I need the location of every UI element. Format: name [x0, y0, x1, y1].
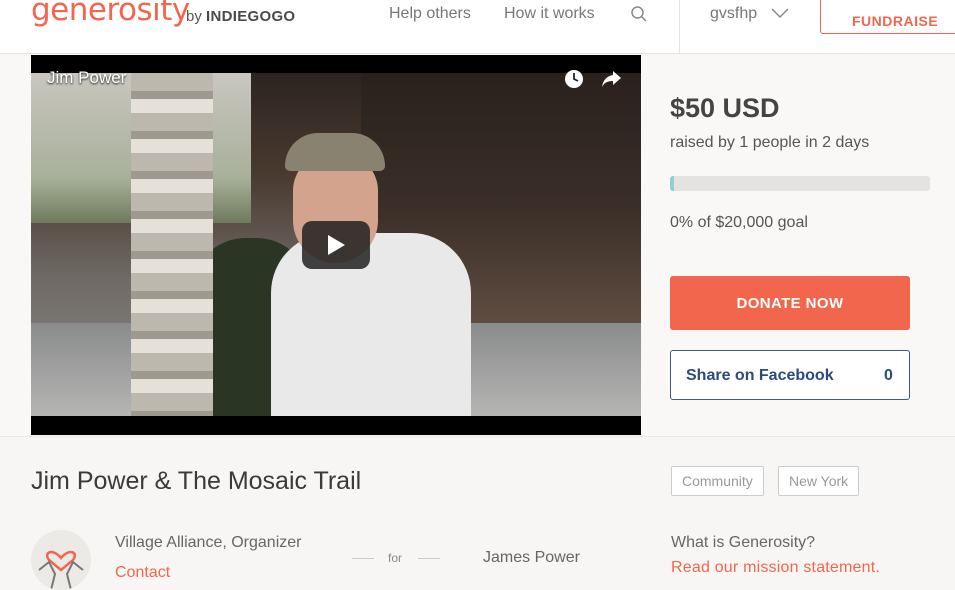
share-arrow-icon[interactable] [600, 68, 622, 90]
nav-how-it-works[interactable]: How it works [504, 5, 595, 23]
campaign-title: Jim Power & The Mosaic Trail [31, 467, 362, 495]
byline-brand: INDIEGOGO [206, 8, 296, 25]
progress-fill [670, 176, 674, 191]
facebook-share-label: Share on Facebook [686, 367, 834, 384]
organizer-name: Village Alliance, Organizer [115, 534, 302, 551]
donate-now-button[interactable]: DONATE NOW [670, 276, 910, 330]
nav-help-others[interactable]: Help others [389, 5, 471, 23]
chevron-down-icon[interactable] [770, 6, 790, 20]
share-on-facebook-button[interactable]: Share on Facebook 0 [670, 350, 910, 400]
amount-raised: $50 USD [670, 93, 780, 123]
tag-new-york[interactable]: New York [778, 466, 860, 496]
beneficiary-name: James Power [483, 549, 580, 566]
play-button[interactable] [302, 221, 370, 269]
video-player[interactable]: Jim Power [31, 55, 641, 435]
raised-summary: raised by 1 people in 2 days [670, 134, 870, 151]
video-title[interactable]: Jim Power [47, 68, 126, 88]
divider-line-right [418, 558, 440, 559]
user-menu-name[interactable]: gvsfhp [710, 5, 757, 23]
byline-prefix: by [186, 8, 202, 25]
fundraise-button[interactable]: FUNDRAISE [820, 0, 955, 34]
generosity-logo[interactable]: generosity [31, 0, 190, 28]
facebook-share-count: 0 [884, 367, 893, 384]
for-label: for [388, 551, 403, 565]
indiegogo-byline: by INDIEGOGO [186, 8, 295, 25]
mission-statement-link[interactable]: Read our mission statement. [671, 559, 880, 577]
funding-progress-bar [670, 176, 930, 191]
site-header: generosity by INDIEGOGO Help others How … [0, 0, 955, 54]
search-icon[interactable] [630, 5, 648, 23]
divider-line-left [352, 558, 374, 559]
organizer-avatar [31, 530, 91, 590]
header-divider [679, 0, 680, 54]
contact-link[interactable]: Contact [115, 564, 170, 582]
tag-community[interactable]: Community [671, 466, 764, 496]
watch-later-clock-icon[interactable] [564, 69, 584, 89]
goal-text: 0% of $20,000 goal [670, 214, 808, 231]
what-is-generosity-heading: What is Generosity? [671, 534, 816, 551]
hands-heart-icon [38, 550, 84, 590]
play-icon [328, 235, 345, 255]
